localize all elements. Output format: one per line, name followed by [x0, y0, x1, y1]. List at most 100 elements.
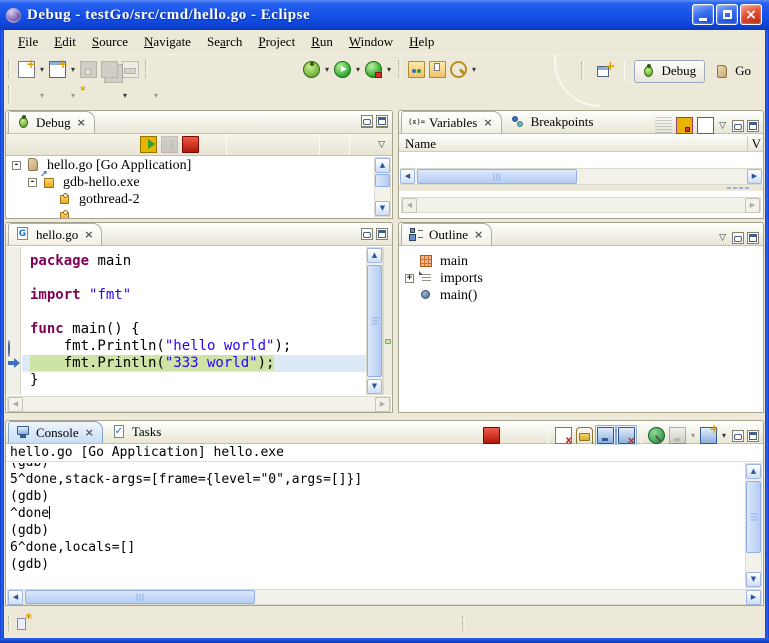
column-value[interactable]: V — [747, 136, 761, 152]
resume-button[interactable] — [138, 134, 159, 155]
collapse-expander-icon[interactable]: - — [12, 161, 21, 170]
close-tab-icon[interactable]: × — [483, 116, 492, 129]
last-edit-location-button[interactable] — [78, 85, 99, 106]
minimize-view-icon[interactable] — [732, 120, 744, 132]
tab-tasks[interactable]: Tasks — [105, 421, 169, 443]
detail-hscrollbar[interactable]: ◀ ▶ — [401, 197, 761, 213]
console-output-area[interactable]: (gdb) 5^done,stack-args=[frame={level="0… — [6, 463, 745, 588]
view-menu-icon[interactable]: ▽ — [716, 120, 729, 131]
close-tab-icon[interactable]: × — [77, 116, 86, 129]
remove-all-terminated-button[interactable] — [117, 134, 138, 155]
scroll-up-icon[interactable]: ▲ — [375, 158, 390, 173]
remove-launch-button[interactable] — [502, 425, 523, 446]
minimize-view-icon[interactable] — [732, 430, 744, 442]
tree-row[interactable]: +imports — [399, 270, 761, 287]
close-tab-icon[interactable]: × — [474, 228, 483, 241]
code-editor-area[interactable]: package main import "fmt" func main() { … — [22, 247, 366, 395]
tab-breakpoints[interactable]: Breakpoints — [504, 111, 602, 133]
tab-outline[interactable]: Outline× — [401, 223, 492, 245]
close-button[interactable]: × — [740, 4, 762, 25]
search-button[interactable] — [448, 59, 469, 80]
menu-help[interactable]: Help — [401, 32, 442, 52]
open-resource-button[interactable] — [427, 59, 448, 80]
close-tab-icon[interactable]: × — [85, 426, 94, 439]
dropdown-arrow-icon[interactable]: ▾ — [151, 91, 161, 100]
maximize-view-icon[interactable] — [376, 115, 388, 127]
outline-extra-button[interactable] — [695, 227, 716, 248]
sash-grip[interactable] — [727, 187, 749, 189]
save-button[interactable] — [78, 59, 99, 80]
fast-view-icon[interactable] — [15, 616, 32, 633]
variables-detail-pane[interactable]: ◀ ▶ — [399, 191, 763, 218]
use-step-filters-button[interactable] — [324, 134, 345, 155]
perspective-debug[interactable]: Debug — [634, 60, 705, 83]
tree-row[interactable]: main — [399, 253, 761, 270]
tree-row[interactable]: -gdb-hello.exe — [6, 174, 374, 191]
open-console-button[interactable] — [698, 425, 719, 446]
scroll-thumb[interactable] — [367, 265, 382, 377]
terminate-button[interactable] — [481, 425, 502, 446]
add-variable-button[interactable] — [674, 115, 695, 136]
scroll-right-icon[interactable]: ▶ — [746, 590, 761, 605]
print-button[interactable] — [120, 59, 141, 80]
dropdown-arrow-icon[interactable]: ▾ — [120, 91, 130, 100]
scroll-left-icon[interactable]: ◀ — [8, 590, 23, 605]
maximize-view-icon[interactable] — [747, 430, 759, 442]
dropdown-arrow-icon[interactable]: ▾ — [68, 91, 78, 100]
open-perspective-button[interactable] — [594, 61, 615, 82]
scroll-down-icon[interactable]: ▼ — [375, 201, 390, 216]
console-vscrollbar[interactable]: ▲ ▼ — [745, 463, 762, 588]
scroll-left-icon[interactable]: ◀ — [400, 169, 415, 184]
variables-hscrollbar[interactable]: ◀ ▶ — [400, 168, 762, 185]
tab-variables[interactable]: Variables× — [401, 111, 502, 133]
dropdown-arrow-icon[interactable]: ▾ — [469, 65, 479, 74]
external-tools-button[interactable] — [363, 59, 384, 80]
show-stdout-button[interactable] — [595, 425, 616, 446]
menu-source[interactable]: Source — [84, 32, 136, 52]
save-all-button[interactable] — [99, 59, 120, 80]
tab-debug[interactable]: Debug× — [8, 111, 95, 133]
editor-hscrollbar[interactable]: ◀ ▶ — [7, 396, 391, 412]
dropdown-arrow-icon[interactable]: ▾ — [719, 431, 729, 440]
scroll-down-icon[interactable]: ▼ — [746, 572, 761, 587]
terminate-button[interactable] — [180, 134, 201, 155]
expand-expander-icon[interactable]: + — [405, 274, 414, 283]
overview-annotation-tick[interactable] — [385, 339, 391, 344]
view-menu-icon[interactable]: ▽ — [716, 232, 729, 243]
suspend-button[interactable] — [159, 134, 180, 155]
menu-file[interactable]: File — [10, 32, 46, 52]
dropdown-arrow-icon[interactable]: ▾ — [37, 91, 47, 100]
open-type-button[interactable] — [406, 59, 427, 80]
scroll-thumb[interactable] — [25, 590, 255, 604]
outline-tree[interactable]: main+importsmain() — [399, 253, 761, 412]
dropdown-arrow-icon[interactable]: ▾ — [384, 65, 394, 74]
collapse-expander-icon[interactable]: - — [28, 178, 37, 187]
maximize-button[interactable] — [716, 4, 738, 25]
back-button[interactable] — [99, 85, 120, 106]
close-tab-icon[interactable]: × — [84, 228, 93, 241]
scroll-down-icon[interactable]: ▼ — [367, 379, 382, 394]
editor-vscrollbar[interactable]: ▲ ▼ — [366, 247, 383, 395]
step-over-button[interactable] — [252, 134, 273, 155]
run-button[interactable] — [332, 59, 353, 80]
scroll-up-icon[interactable]: ▲ — [746, 464, 761, 479]
step-return-button[interactable] — [273, 134, 294, 155]
scroll-thumb[interactable] — [375, 174, 390, 187]
show-stderr-button[interactable] — [616, 425, 637, 446]
remove-all-terminated-button[interactable] — [523, 425, 544, 446]
scroll-thumb[interactable] — [417, 169, 577, 184]
previous-annotation-button[interactable] — [47, 85, 68, 106]
title-bar[interactable]: Debug - testGo/src/cmd/hello.go - Eclips… — [0, 0, 769, 30]
editor-overview-ruler[interactable] — [383, 247, 392, 395]
tab-console[interactable]: Console× — [8, 421, 103, 443]
forward-button[interactable] — [130, 85, 151, 106]
tree-row[interactable]: main() — [399, 287, 761, 304]
new-element-button[interactable] — [47, 59, 68, 80]
tree-row[interactable] — [6, 208, 374, 219]
debug-button[interactable] — [301, 59, 322, 80]
editor-annotation-margin[interactable] — [6, 247, 21, 395]
drop-to-frame-button[interactable] — [294, 134, 315, 155]
next-annotation-button[interactable] — [16, 85, 37, 106]
step-into-button[interactable] — [231, 134, 252, 155]
column-name[interactable]: Name — [405, 136, 436, 152]
